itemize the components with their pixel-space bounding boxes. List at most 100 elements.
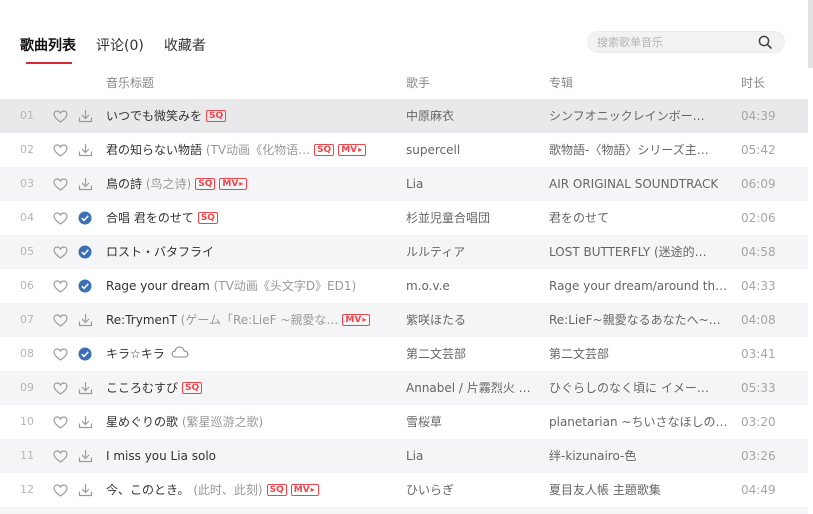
song-artist[interactable]: ひいらぎ	[406, 473, 534, 507]
song-album[interactable]: LOST BUTTERFLY (迷途的…	[549, 235, 729, 269]
download-icon[interactable]	[76, 167, 94, 201]
song-artist[interactable]: Lia	[406, 439, 534, 473]
artist-name: m.o.v.e	[406, 279, 450, 293]
song-album[interactable]: 绊-kizunairo-色	[549, 439, 729, 473]
download-icon[interactable]	[76, 371, 94, 405]
song-row[interactable]: 12 今、このとき。 (此时、此刻)SQMV ひいらぎ 夏目友人帳 主題歌集 04:49	[0, 473, 808, 507]
download-icon[interactable]	[76, 133, 94, 167]
download-icon[interactable]	[76, 303, 94, 337]
song-artist[interactable]: m.o.v.e	[406, 269, 534, 303]
song-row[interactable]: 03 鳥の詩 (鸟之诗)SQMV Lia AIR ORIGINAL SOUNDTRAC…	[0, 167, 808, 201]
song-artist[interactable]: ルルティア	[406, 235, 534, 269]
heart-icon[interactable]	[51, 473, 69, 507]
song-artist[interactable]: Annabel / 片霧烈火 …	[406, 371, 534, 405]
download-icon[interactable]	[76, 473, 94, 507]
song-row[interactable]: 05 ロスト・バタフライ ルルティア LOST BUTTERFLY (迷途的… 04:5…	[0, 235, 808, 269]
song-artist[interactable]: 雪桜草	[406, 405, 534, 439]
downloaded-check-icon[interactable]	[76, 337, 94, 371]
heart-icon[interactable]	[51, 405, 69, 439]
song-title-cell[interactable]: 君の知らない物語 (TV动画《化物语… SQ MV	[106, 133, 391, 167]
list-overflow	[0, 507, 808, 514]
download-icon[interactable]	[76, 439, 94, 473]
heart-icon[interactable]	[51, 133, 69, 167]
heart-icon[interactable]	[51, 439, 69, 473]
heart-icon[interactable]	[51, 201, 69, 235]
download-icon[interactable]	[76, 99, 94, 133]
song-title-cell[interactable]: 合唱 君をのせて SQ	[106, 201, 391, 235]
heart-icon[interactable]	[51, 371, 69, 405]
album-name: Re:LieF~親愛なるあなたへ~…	[549, 313, 721, 327]
song-album[interactable]: 君をのせて	[549, 201, 729, 235]
heart-icon[interactable]	[51, 167, 69, 201]
mv-badge[interactable]: MV	[219, 177, 248, 190]
song-row[interactable]: 07 Re:TrymenT (ゲーム「Re:LieF ~親愛な…MV 紫咲ほたる Re…	[0, 303, 808, 337]
song-row[interactable]: 09 こころむすび SQ Annabel / 片霧烈火 … ひぐらしのなく頃に イメー……	[0, 371, 808, 405]
download-icon[interactable]	[76, 405, 94, 439]
tab-song-list[interactable]: 歌曲列表	[20, 35, 76, 64]
artist-name: ルルティア	[406, 245, 466, 259]
heart-icon[interactable]	[51, 337, 69, 371]
scrollbar[interactable]	[808, 0, 813, 68]
mv-badge[interactable]: MV	[338, 143, 367, 156]
mv-badge[interactable]: MV	[290, 483, 319, 496]
song-title-cell[interactable]: キラ☆キラ	[106, 337, 391, 371]
song-row[interactable]: 02 君の知らない物語 (TV动画《化物语…SQMV supercell 歌物語-〈物…	[0, 133, 808, 167]
song-title-cell[interactable]: 星めぐりの歌 (繁星巡游之歌)	[106, 405, 391, 439]
song-title-cell[interactable]: Re:TrymenT (ゲーム「Re:LieF ~親愛な… MV	[106, 303, 391, 337]
song-artist[interactable]: 紫咲ほたる	[406, 303, 534, 337]
song-album[interactable]: Re:LieF~親愛なるあなたへ~…	[549, 303, 729, 337]
song-album[interactable]: 歌物語-〈物語〉シリーズ主…	[549, 133, 729, 167]
song-album[interactable]: シンフオニックレインボー…	[549, 99, 729, 133]
song-duration: 06:09	[741, 177, 776, 191]
song-artist[interactable]: 杉並児童合唱団	[406, 201, 534, 235]
column-duration[interactable]: 时长	[741, 74, 765, 91]
artist-name: Lia	[406, 449, 424, 463]
mv-badge[interactable]: MV	[342, 313, 371, 326]
song-row[interactable]: 10 星めぐりの歌 (繁星巡游之歌) 雪桜草 planetarian ~ちいさなほしの…	[0, 405, 808, 439]
song-title-cell[interactable]: いつでも微笑みを SQ	[106, 99, 391, 133]
search-input[interactable]	[588, 35, 754, 49]
playlist-header: 歌曲列表 评论(0) 收藏者	[0, 0, 813, 68]
tab-subscribers[interactable]: 收藏者	[164, 35, 206, 63]
song-title-cell[interactable]: ロスト・バタフライ	[106, 235, 391, 269]
artist-name: 中原麻衣	[406, 109, 455, 123]
column-album[interactable]: 专辑	[549, 74, 573, 91]
song-artist[interactable]: supercell	[406, 133, 534, 167]
heart-icon[interactable]	[51, 235, 69, 269]
downloaded-check-icon[interactable]	[76, 235, 94, 269]
song-title: ロスト・バタフライ	[106, 245, 215, 259]
song-artist[interactable]: 中原麻衣	[406, 99, 534, 133]
table-header: 音乐标题 歌手 专辑 时长	[0, 68, 808, 98]
song-row[interactable]: 04 合唱 君をのせて SQ 杉並児童合唱団 君をのせて 02:06	[0, 201, 808, 235]
song-title-cell[interactable]: 鳥の詩 (鸟之诗) SQ MV	[106, 167, 391, 201]
song-row[interactable]: 01 いつでも微笑みを SQ 中原麻衣 シンフオニックレインボー… 04:39	[0, 99, 808, 133]
song-album[interactable]: ひぐらしのなく頃に イメー…	[549, 371, 729, 405]
song-title-cell[interactable]: 今、このとき。 (此时、此刻) SQ MV	[106, 473, 391, 507]
song-album[interactable]: Rage your dream/around the…	[549, 269, 729, 303]
song-title-cell[interactable]: Rage your dream (TV动画《头文字D》ED1)	[106, 269, 391, 303]
song-album[interactable]: 第二文芸部	[549, 337, 729, 371]
heart-icon[interactable]	[51, 303, 69, 337]
heart-icon[interactable]	[51, 269, 69, 303]
heart-icon[interactable]	[51, 99, 69, 133]
tab-comments[interactable]: 评论(0)	[96, 35, 144, 63]
song-title-cell[interactable]: こころむすび SQ	[106, 371, 391, 405]
song-row[interactable]: 06 Rage your dream (TV动画《头文字D》ED1) m.o.v.e…	[0, 269, 808, 303]
downloaded-check-icon[interactable]	[76, 269, 94, 303]
downloaded-check-icon[interactable]	[76, 201, 94, 235]
column-artist[interactable]: 歌手	[406, 74, 430, 91]
playlist-search	[587, 31, 785, 53]
song-title-cell[interactable]: I miss you Lia solo	[106, 439, 391, 473]
sq-badge: SQ	[182, 381, 203, 394]
track-number: 02	[20, 143, 34, 156]
song-row[interactable]: 11 I miss you Lia solo Lia 绊-kizunairo-色 03:…	[0, 439, 808, 473]
column-title[interactable]: 音乐标题	[106, 74, 154, 91]
track-number: 09	[20, 381, 34, 394]
song-artist[interactable]: Lia	[406, 167, 534, 201]
song-row[interactable]: 08 キラ☆キラ 第二文芸部 第二文芸部 03:41	[0, 337, 808, 371]
song-album[interactable]: 夏目友人帳 主題歌集	[549, 473, 729, 507]
song-album[interactable]: AIR ORIGINAL SOUNDTRACK	[549, 167, 729, 201]
search-icon[interactable]	[754, 32, 776, 52]
song-album[interactable]: planetarian ~ちいさなほしの…	[549, 405, 729, 439]
song-artist[interactable]: 第二文芸部	[406, 337, 534, 371]
